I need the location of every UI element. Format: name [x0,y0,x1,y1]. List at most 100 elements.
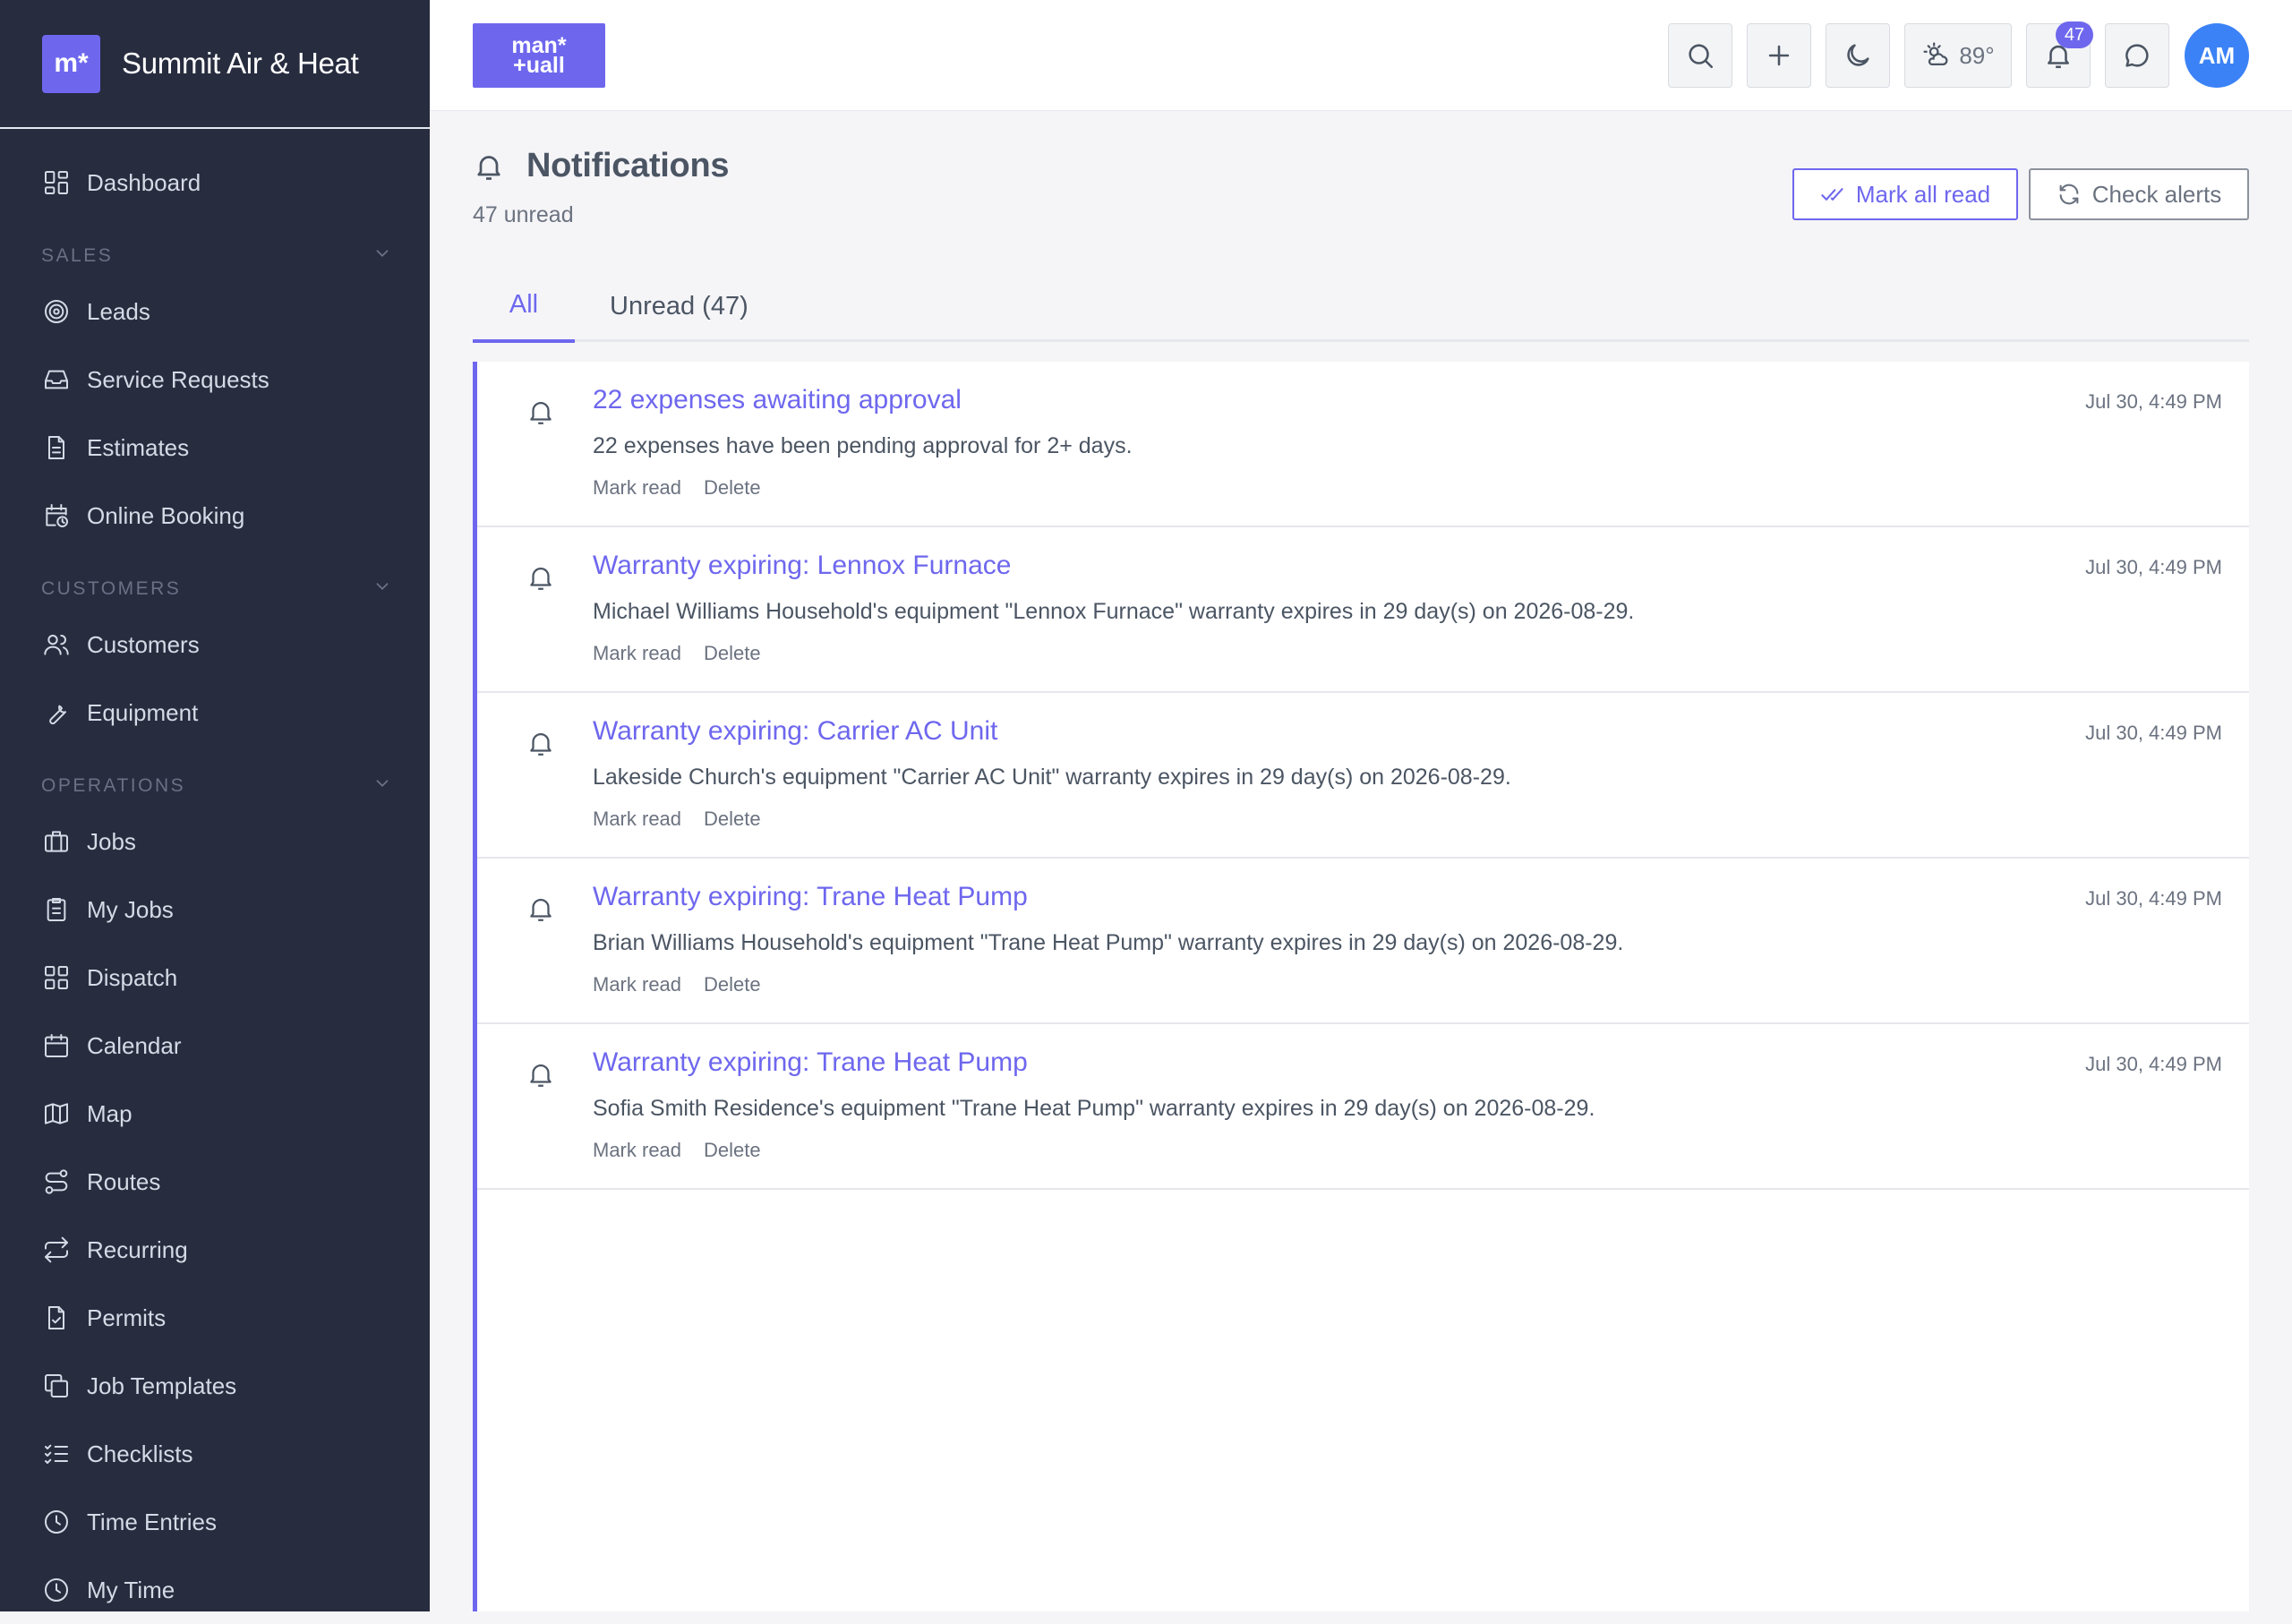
delete-link[interactable]: Delete [704,973,761,996]
brand[interactable]: m* Summit Air & Heat [0,0,430,129]
messages-button[interactable] [2105,23,2169,88]
notification-title[interactable]: 22 expenses awaiting approval [593,385,962,415]
sidebar-item-routes[interactable]: Routes [0,1148,430,1216]
sidebar-item-online-booking[interactable]: Online Booking [0,482,430,550]
sidebar-item-equipment[interactable]: Equipment [0,679,430,747]
mark-all-read-button[interactable]: Mark all read [1792,168,2018,220]
mark-read-link[interactable]: Mark read [593,476,681,500]
sidebar-item-customers[interactable]: Customers [0,611,430,679]
sidebar-item-my-time[interactable]: My Time [0,1556,430,1624]
sidebar-item-estimates[interactable]: Estimates [0,414,430,482]
notification-item[interactable]: Warranty expiring: Lennox Furnace Michael… [477,527,2249,693]
sidebar-item-time-entries[interactable]: Time Entries [0,1488,430,1556]
notification-item[interactable]: Warranty expiring: Trane Heat Pump Sofia … [477,1024,2249,1190]
sidebar-nav: Dashboard SALES Leads Service Requests Estim… [0,129,430,1624]
sidebar-section-operations[interactable]: OPERATIONS [0,747,430,808]
sidebar-item-leads[interactable]: Leads [0,278,430,346]
clock-icon [45,1578,68,1602]
sidebar-item-label: Map [87,1099,133,1127]
notification-actions: Mark read Delete [593,973,761,996]
notification-item[interactable]: Warranty expiring: Trane Heat Pump Brian … [477,859,2249,1024]
sidebar-section-sales[interactable]: SALES [0,217,430,278]
sidebar-section-label: SALES [41,245,114,266]
mark-all-read-label: Mark all read [1855,180,1991,208]
sidebar-item-label: Online Booking [87,501,245,529]
users-icon [44,635,69,655]
sidebar-item-label: Permits [87,1303,167,1331]
notification-timestamp: Jul 30, 4:49 PM [2085,556,2222,578]
sidebar-section-label: OPERATIONS [41,775,186,796]
notification-timestamp: Jul 30, 4:49 PM [2085,722,2222,744]
add-button[interactable] [1747,23,1811,88]
sidebar-item-permits[interactable]: Permits [0,1284,430,1352]
sidebar-item-label: Equipment [87,698,199,726]
sidebar-item-label: Estimates [87,433,190,461]
notification-actions: Mark read Delete [593,1139,761,1162]
sidebar: m* Summit Air & Heat Dashboard SALES Leads… [0,0,430,1611]
sidebar-item-label: My Jobs [87,895,174,923]
briefcase-icon [45,831,68,852]
bell-icon [530,1064,552,1087]
chevron-down-icon [376,250,389,257]
mark-read-link[interactable]: Mark read [593,1139,681,1162]
delete-link[interactable]: Delete [704,642,761,665]
sidebar-item-recurring[interactable]: Recurring [0,1216,430,1284]
mark-read-link[interactable]: Mark read [593,808,681,831]
delete-link[interactable]: Delete [704,1139,761,1162]
sidebar-item-label: Jobs [87,827,136,855]
mark-read-link[interactable]: Mark read [593,642,681,665]
notification-title[interactable]: Warranty expiring: Lennox Furnace [593,551,1011,581]
sidebar-item-label: Time Entries [87,1508,217,1535]
check-alerts-button[interactable]: Check alerts [2029,168,2249,220]
notification-actions: Mark read Delete [593,476,761,500]
plus-icon [1768,45,1790,66]
notification-title[interactable]: Warranty expiring: Carrier AC Unit [593,716,997,747]
repeat-icon [45,1236,68,1263]
sidebar-item-dispatch[interactable]: Dispatch [0,944,430,1012]
sidebar-item-my-jobs[interactable]: My Jobs [0,876,430,944]
sidebar-item-dashboard[interactable]: Dashboard [0,149,430,217]
sidebar-item-calendar[interactable]: Calendar [0,1012,430,1080]
mark-read-link[interactable]: Mark read [593,973,681,996]
file-check-icon [48,1306,64,1329]
theme-toggle-button[interactable] [1826,23,1890,88]
sidebar-item-label: Job Templates [87,1372,237,1399]
bell-icon [530,733,552,756]
notification-title[interactable]: Warranty expiring: Trane Heat Pump [593,882,1028,912]
notifications-button[interactable]: 47 [2026,21,2093,88]
tab-unread[interactable]: Unread (47) [610,270,748,342]
sidebar-item-label: Routes [87,1167,161,1195]
target-icon [45,300,68,323]
notification-title[interactable]: Warranty expiring: Trane Heat Pump [593,1047,1028,1078]
delete-link[interactable]: Delete [704,808,761,831]
search-button[interactable] [1668,23,1732,88]
check-alerts-label: Check alerts [2091,180,2222,208]
weather-widget[interactable]: 89° [1904,23,2012,88]
notification-item[interactable]: 22 expenses awaiting approval 22 expenses… [477,362,2249,527]
app-logo[interactable]: man* +uall [473,23,605,88]
topbar: man* +uall 89° 47 AM [430,0,2292,111]
sidebar-item-label: Calendar [87,1031,182,1059]
tab-all[interactable]: All [473,270,575,343]
sidebar-item-checklists[interactable]: Checklists [0,1420,430,1488]
sidebar-item-map[interactable]: Map [0,1080,430,1148]
notification-timestamp: Jul 30, 4:49 PM [2085,887,2222,910]
delete-link[interactable]: Delete [704,476,761,500]
main-content: Notifications 47 unread Mark all read Ch… [473,111,2249,1611]
notification-message: Brian Williams Household's equipment "Tr… [593,930,1624,955]
notification-item[interactable]: Warranty expiring: Carrier AC Unit Lakesi… [477,693,2249,859]
notification-message: Michael Williams Household's equipment "… [593,599,1635,624]
sidebar-item-label: Customers [87,630,200,658]
sidebar-section-customers[interactable]: CUSTOMERS [0,550,430,611]
sidebar-item-jobs[interactable]: Jobs [0,808,430,876]
sidebar-item-label: Checklists [87,1440,193,1467]
inbox-icon [45,370,68,389]
user-avatar[interactable]: AM [2185,23,2249,88]
moon-icon [1847,44,1869,66]
sidebar-item-service-requests[interactable]: Service Requests [0,346,430,414]
wrench-icon [49,705,66,725]
sidebar-item-job-templates[interactable]: Job Templates [0,1352,430,1420]
notification-message: Sofia Smith Residence's equipment "Trane… [593,1096,1595,1121]
grid-icon [45,966,68,989]
document-icon [48,436,64,459]
